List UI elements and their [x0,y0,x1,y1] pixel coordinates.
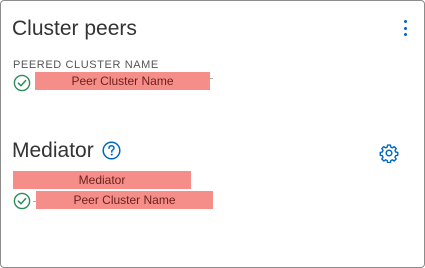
text-remnant [210,78,213,79]
check-circle-icon [13,192,31,210]
cluster-peers-title: Cluster peers [12,17,137,40]
mediator-name[interactable]: Mediator [13,171,191,189]
kebab-menu-icon[interactable] [398,17,412,39]
peer-cluster-name[interactable]: Peer Cluster Name [35,72,210,90]
gear-icon[interactable] [379,143,399,163]
cluster-peers-card: Cluster peers PEERED CLUSTER NAME Peer C… [0,0,425,268]
check-circle-icon [13,74,31,92]
help-circle-icon[interactable] [102,141,121,160]
mediator-title: Mediator [12,139,94,162]
peered-cluster-name-header: PEERED CLUSTER NAME [13,59,159,71]
mediator-peer-cluster-name[interactable]: Peer Cluster Name [36,191,213,209]
